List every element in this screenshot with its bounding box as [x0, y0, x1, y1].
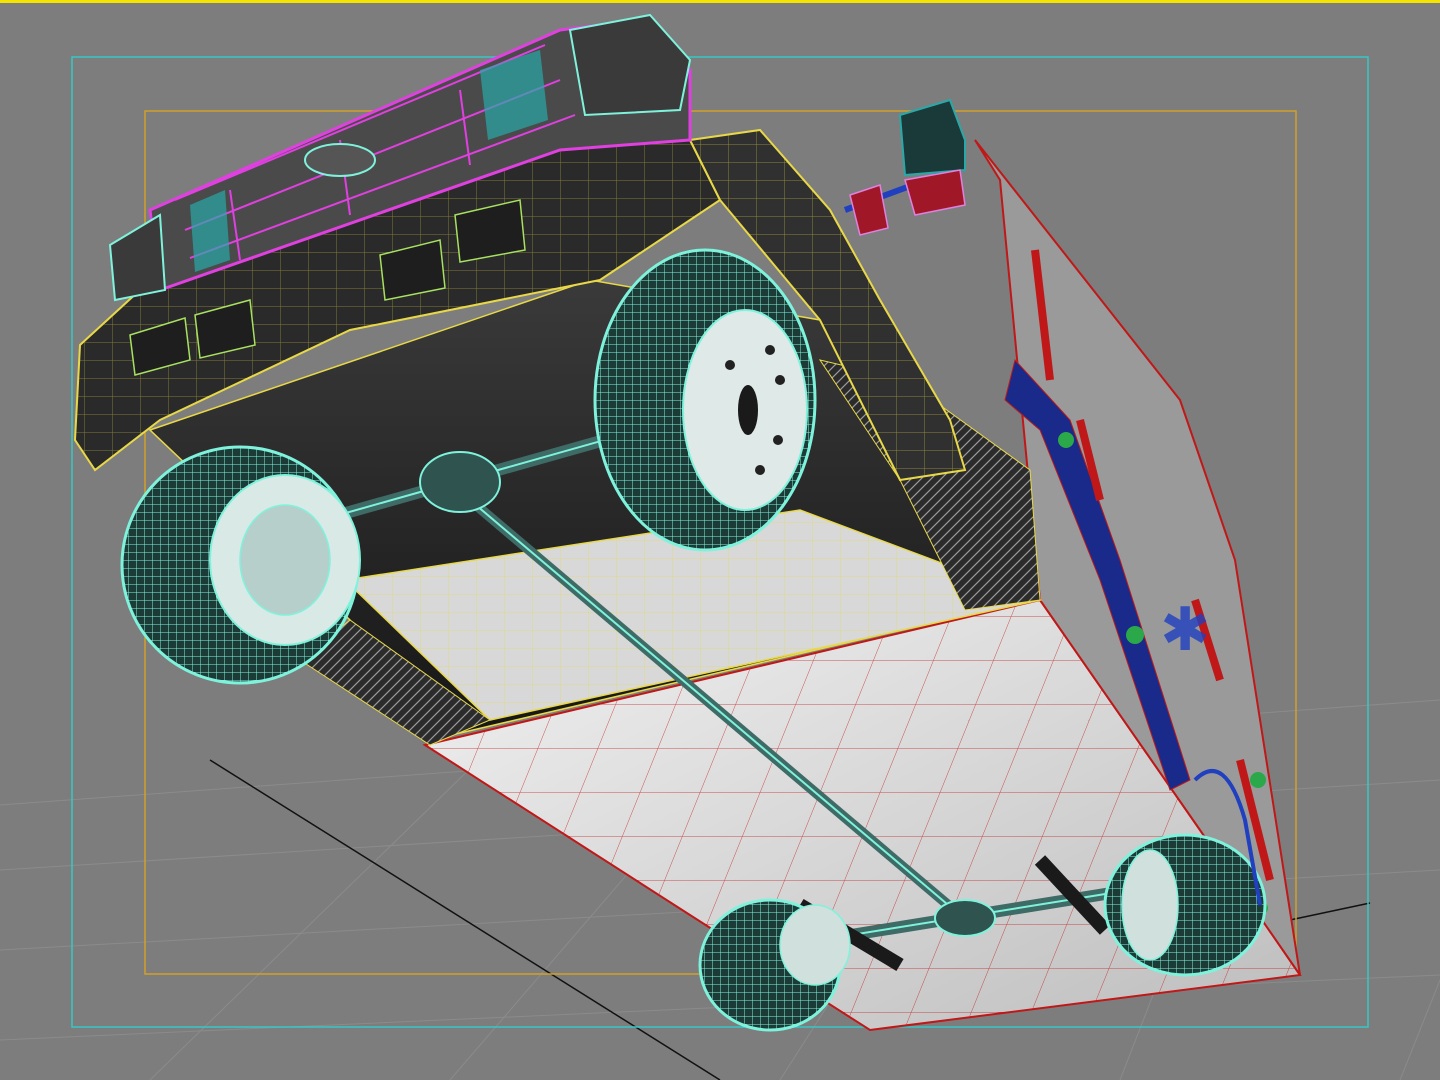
headlight-right [568, 13, 692, 117]
mirror-glass-icon [904, 169, 966, 216]
wheel-rear-right[interactable] [1103, 833, 1267, 977]
viewport-scene[interactable]: ✱ [0, 0, 1440, 1080]
wheel-rear-left[interactable] [698, 898, 851, 1032]
3d-viewport[interactable]: ✱ [0, 0, 1440, 1080]
mirror-housing [898, 98, 966, 177]
grille-emblem [304, 143, 376, 177]
differential-front [419, 451, 501, 513]
wheel-front-left[interactable] [120, 445, 361, 685]
side-mirror[interactable] [843, 98, 966, 236]
star-of-life-mark: ✱ [1160, 595, 1210, 665]
wheel-front-right[interactable] [593, 248, 817, 552]
headlight-left [108, 213, 167, 302]
differential-rear [934, 899, 996, 937]
mirror-lower [849, 184, 889, 236]
